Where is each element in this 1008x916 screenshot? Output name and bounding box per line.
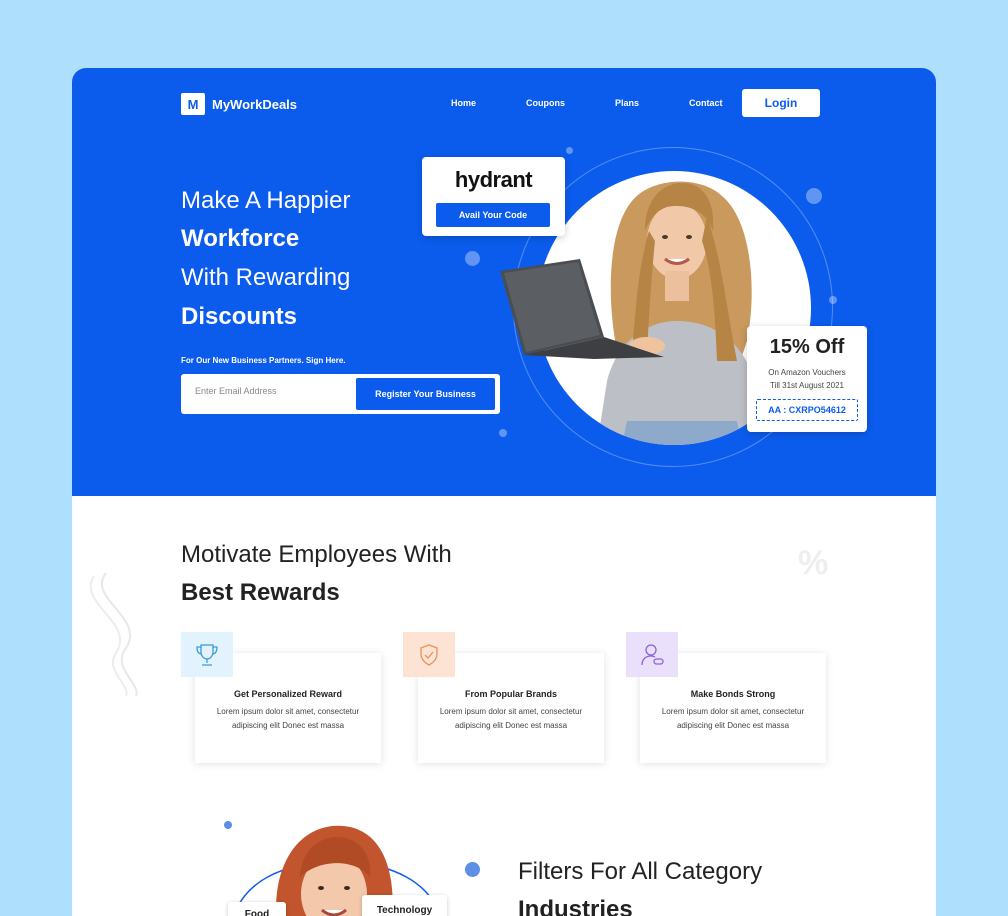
hero-section: M MyWorkDeals Home Coupons Plans Contact… [72, 68, 936, 496]
rewards-title-line2: Best Rewards [181, 579, 340, 606]
decor-dot [806, 188, 822, 204]
category-chip-technology[interactable]: Technology [362, 895, 447, 916]
register-business-button[interactable]: Register Your Business [356, 378, 495, 410]
coupon-code[interactable]: AA : CXRPO54612 [756, 399, 858, 421]
partners-text: For Our New Business Partners. Sign Here… [181, 356, 346, 365]
nav-coupons[interactable]: Coupons [526, 98, 565, 108]
nav-contact[interactable]: Contact [689, 98, 723, 108]
offer-title: 15% Off [769, 336, 845, 358]
promo-card: hydrant Avail Your Code [422, 157, 565, 236]
avail-code-button[interactable]: Avail Your Code [436, 203, 550, 227]
trophy-icon [181, 632, 233, 677]
shield-check-icon [403, 632, 455, 677]
brand-name: MyWorkDeals [212, 96, 298, 112]
hero-title-line3: With Rewarding [181, 264, 351, 291]
decor-dot [499, 429, 507, 437]
email-input[interactable] [195, 386, 345, 396]
feature-title: Make Bonds Strong [690, 689, 776, 699]
user-link-icon [626, 632, 678, 677]
decor-wave [89, 572, 138, 697]
decor-dot [465, 862, 480, 877]
rewards-title-line1: Motivate Employees With [181, 541, 452, 568]
main-nav: Home Coupons Plans Contact [451, 98, 773, 108]
signup-form: Register Your Business [181, 374, 500, 414]
nav-home[interactable]: Home [451, 98, 476, 108]
category-chip-food[interactable]: Food [228, 902, 286, 916]
offer-card: 15% Off On Amazon Vouchers Till 31st Aug… [747, 326, 867, 432]
page-card: M MyWorkDeals Home Coupons Plans Contact… [72, 68, 936, 916]
feature-description: Lorem ipsum dolor sit amet, consectetur … [439, 707, 583, 730]
offer-desc-line1: On Amazon Vouchers [768, 368, 846, 377]
decor-dot [465, 251, 480, 266]
laptop-image [500, 259, 664, 359]
percent-icon: % [798, 544, 829, 582]
nav-plans[interactable]: Plans [615, 98, 639, 108]
hero-title-line4: Discounts [181, 303, 298, 330]
feature-title: From Popular Brands [464, 689, 557, 699]
login-button[interactable]: Login [742, 89, 820, 117]
brand-mark: M [181, 93, 205, 115]
feature-title: Get Personalized Reward [233, 689, 343, 699]
offer-desc-line2: Till 31st August 2021 [770, 381, 844, 390]
filters-title-line2: Industries [518, 896, 633, 916]
hydrant-logo: hydrant [454, 167, 533, 192]
brand-logo[interactable]: M MyWorkDeals [181, 93, 297, 115]
decor-dot [566, 147, 573, 154]
hero-title-line1: Make A Happier [181, 187, 351, 214]
feature-description: Lorem ipsum dolor sit amet, consectetur … [216, 707, 360, 730]
hero-title-line2: Workforce [181, 225, 300, 252]
offer-description: On Amazon Vouchers Till 31st August 2021 [747, 366, 867, 392]
filters-title-line1: Filters For All Category [518, 858, 763, 885]
feature-description: Lorem ipsum dolor sit amet, consectetur … [661, 707, 805, 730]
